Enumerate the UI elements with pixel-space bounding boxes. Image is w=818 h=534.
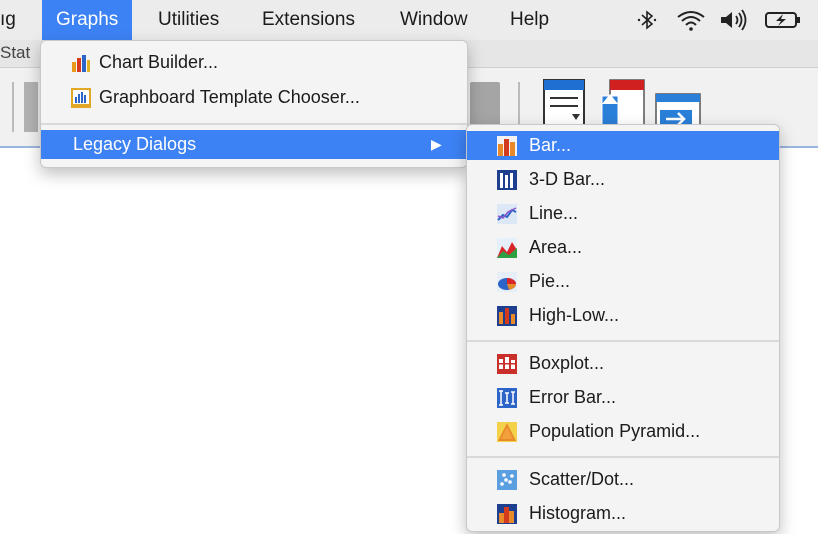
menu-separator	[41, 123, 467, 125]
volume-icon[interactable]	[718, 0, 750, 40]
bar-chart-icon	[497, 136, 517, 156]
menu-item-population-pyramid[interactable]: Population Pyramid...	[467, 417, 779, 446]
menu-item-label: Population Pyramid...	[529, 421, 701, 441]
menu-item-legacy-dialogs[interactable]: Legacy Dialogs ▶	[41, 130, 467, 159]
graphs-menu: Chart Builder... Graphboard Template Cho…	[40, 40, 468, 168]
menu-item-histogram[interactable]: Histogram...	[467, 499, 779, 528]
menu-item-label: Area...	[529, 237, 583, 257]
menu-item-boxplot[interactable]: Boxplot...	[467, 349, 779, 378]
wifi-icon[interactable]	[676, 0, 706, 40]
chart-builder-icon	[72, 55, 90, 72]
menu-separator	[467, 456, 779, 458]
menu-item-area[interactable]: Area...	[467, 233, 779, 262]
scatter-dot-icon	[497, 470, 517, 490]
menu-item-bar[interactable]: Bar...	[467, 131, 779, 160]
menu-item-graphboard-template-chooser[interactable]: Graphboard Template Chooser...	[41, 83, 467, 112]
menu-item-label: Line...	[529, 203, 579, 223]
battery-charging-icon[interactable]	[764, 0, 804, 40]
menu-item-label: Chart Builder...	[99, 52, 219, 72]
menu-item-label: Graphboard Template Chooser...	[99, 87, 360, 107]
pie-chart-icon	[497, 272, 517, 292]
menu-item-label: Histogram...	[529, 503, 627, 523]
menu-item-3d-bar[interactable]: 3-D Bar...	[467, 165, 779, 194]
area-chart-icon	[497, 238, 517, 258]
3d-bar-chart-icon	[497, 170, 517, 190]
menu-item-chart-builder[interactable]: Chart Builder...	[41, 48, 467, 77]
menu-item-label: Scatter/Dot...	[529, 469, 635, 489]
menu-item-pie[interactable]: Pie...	[467, 267, 779, 296]
menubar-item-utilities[interactable]: Utilities	[158, 0, 219, 40]
menubar-item-extensions[interactable]: Extensions	[262, 0, 355, 40]
menu-item-high-low[interactable]: High-Low...	[467, 301, 779, 330]
menu-bar: ıg Graphs Utilities Extensions Window He…	[0, 0, 818, 40]
toolbar-separator	[12, 82, 14, 132]
submenu-arrow-icon: ▶	[431, 136, 442, 152]
legacy-dialogs-menu: Bar... 3-D Bar... Line... Area... Pie...…	[466, 124, 780, 532]
menubar-item-window[interactable]: Window	[400, 0, 468, 40]
menubar-item-graphs[interactable]: Graphs	[42, 0, 133, 40]
bluetooth-icon[interactable]	[636, 0, 658, 40]
boxplot-icon	[497, 354, 517, 374]
tab-fragment: Stat	[0, 43, 31, 62]
high-low-chart-icon	[497, 306, 517, 326]
menu-item-label: Bar...	[529, 135, 572, 155]
menu-item-label: Pie...	[529, 271, 571, 291]
menubar-item-truncated[interactable]: ıg	[0, 0, 16, 40]
error-bar-icon	[497, 388, 517, 408]
menu-item-line[interactable]: Line...	[467, 199, 779, 228]
graphboard-icon	[71, 88, 91, 108]
toolbar-button-faded[interactable]	[24, 82, 38, 132]
menu-item-label: Error Bar...	[529, 387, 617, 407]
menu-item-label: 3-D Bar...	[529, 169, 606, 189]
menu-item-label: Legacy Dialogs	[73, 134, 197, 154]
line-chart-icon	[497, 204, 517, 224]
population-pyramid-icon	[497, 422, 517, 442]
menu-item-label: High-Low...	[529, 305, 620, 325]
histogram-icon	[497, 504, 517, 524]
menu-item-scatter-dot[interactable]: Scatter/Dot...	[467, 465, 779, 494]
menu-item-error-bar[interactable]: Error Bar...	[467, 383, 779, 412]
menubar-item-help[interactable]: Help	[510, 0, 549, 40]
menu-item-label: Boxplot...	[529, 353, 605, 373]
menu-separator	[467, 340, 779, 342]
